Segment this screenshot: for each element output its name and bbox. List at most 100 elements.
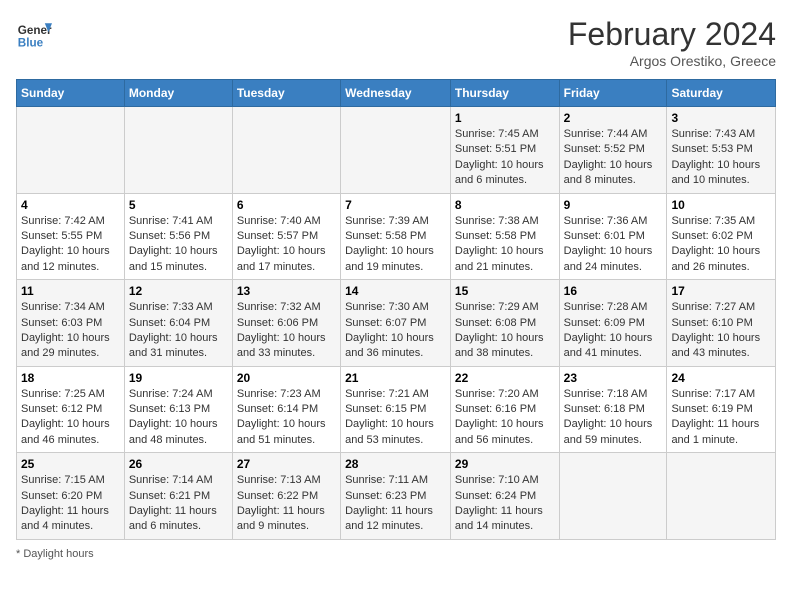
logo-icon: General Blue	[16, 16, 52, 52]
calendar-cell: 22 Sunrise: 7:20 AM Sunset: 6:16 PM Dayli…	[450, 366, 559, 453]
calendar-cell: 2 Sunrise: 7:44 AM Sunset: 5:52 PM Daylig…	[559, 107, 667, 194]
day-header-wednesday: Wednesday	[341, 80, 451, 107]
page-header: General Blue General Blue February 2024 …	[16, 16, 776, 69]
title-block: February 2024 Argos Orestiko, Greece	[568, 16, 776, 69]
calendar-cell: 5 Sunrise: 7:41 AM Sunset: 5:56 PM Daylig…	[124, 193, 232, 280]
day-number: 22	[455, 371, 555, 385]
calendar-cell: 6 Sunrise: 7:40 AM Sunset: 5:57 PM Daylig…	[232, 193, 340, 280]
calendar-cell	[17, 107, 125, 194]
calendar-cell: 1Sunrise: 7:45 AM Sunset: 5:51 PM Daylig…	[450, 107, 559, 194]
calendar-cell: 4Sunrise: 7:42 AM Sunset: 5:55 PM Daylig…	[17, 193, 125, 280]
logo: General Blue General Blue	[16, 16, 52, 52]
calendar-cell: 19 Sunrise: 7:24 AM Sunset: 6:13 PM Dayli…	[124, 366, 232, 453]
day-number: 5	[129, 198, 228, 212]
day-number: 14	[345, 284, 446, 298]
day-info: Sunrise: 7:21 AM Sunset: 6:15 PM Dayligh…	[345, 387, 446, 449]
calendar-cell	[341, 107, 451, 194]
calendar-cell: 13Sunrise: 7:32 AM Sunset: 6:06 PM Dayli…	[232, 280, 340, 367]
calendar-cell: 29 Sunrise: 7:10 AM Sunset: 6:24 PM Dayli…	[450, 453, 559, 540]
day-info: Sunrise: 7:11 AM Sunset: 6:23 PM Dayligh…	[345, 473, 446, 535]
day-info: Sunrise: 7:34 AM Sunset: 6:03 PM Dayligh…	[21, 300, 120, 362]
day-number: 18	[21, 371, 120, 385]
day-info: Sunrise: 7:24 AM Sunset: 6:13 PM Dayligh…	[129, 387, 228, 449]
day-number: 7	[345, 198, 446, 212]
calendar-cell: 23Sunrise: 7:18 AM Sunset: 6:18 PM Dayli…	[559, 366, 667, 453]
calendar-cell	[232, 107, 340, 194]
calendar-cell: 15Sunrise: 7:29 AM Sunset: 6:08 PM Dayli…	[450, 280, 559, 367]
day-header-thursday: Thursday	[450, 80, 559, 107]
calendar-cell: 12 Sunrise: 7:33 AM Sunset: 6:04 PM Dayli…	[124, 280, 232, 367]
day-info: Sunrise: 7:42 AM Sunset: 5:55 PM Dayligh…	[21, 214, 120, 276]
calendar-cell: 3Sunrise: 7:43 AM Sunset: 5:53 PM Daylig…	[667, 107, 776, 194]
day-info: Sunrise: 7:15 AM Sunset: 6:20 PM Dayligh…	[21, 473, 120, 535]
calendar-table: SundayMondayTuesdayWednesdayThursdayFrid…	[16, 79, 776, 540]
day-info: Sunrise: 7:44 AM Sunset: 5:52 PM Dayligh…	[564, 127, 663, 189]
day-number: 10	[671, 198, 771, 212]
calendar-cell: 18 Sunrise: 7:25 AM Sunset: 6:12 PM Dayli…	[17, 366, 125, 453]
calendar-cell: 25 Sunrise: 7:15 AM Sunset: 6:20 PM Dayli…	[17, 453, 125, 540]
day-info: Sunrise: 7:30 AM Sunset: 6:07 PM Dayligh…	[345, 300, 446, 362]
day-info: Sunrise: 7:32 AM Sunset: 6:06 PM Dayligh…	[237, 300, 336, 362]
day-info: Sunrise: 7:36 AM Sunset: 6:01 PM Dayligh…	[564, 214, 663, 276]
day-header-friday: Friday	[559, 80, 667, 107]
calendar-cell: 21 Sunrise: 7:21 AM Sunset: 6:15 PM Dayli…	[341, 366, 451, 453]
calendar-header: SundayMondayTuesdayWednesdayThursdayFrid…	[17, 80, 776, 107]
day-info: Sunrise: 7:41 AM Sunset: 5:56 PM Dayligh…	[129, 214, 228, 276]
day-number: 16	[564, 284, 663, 298]
day-info: Sunrise: 7:20 AM Sunset: 6:16 PM Dayligh…	[455, 387, 555, 449]
week-row-5: 25 Sunrise: 7:15 AM Sunset: 6:20 PM Dayli…	[17, 453, 776, 540]
day-number: 28	[345, 457, 446, 471]
calendar-cell: 27 Sunrise: 7:13 AM Sunset: 6:22 PM Dayli…	[232, 453, 340, 540]
calendar-cell	[124, 107, 232, 194]
day-info: Sunrise: 7:13 AM Sunset: 6:22 PM Dayligh…	[237, 473, 336, 535]
day-header-sunday: Sunday	[17, 80, 125, 107]
calendar-cell: 10 Sunrise: 7:35 AM Sunset: 6:02 PM Dayli…	[667, 193, 776, 280]
calendar-cell: 11 Sunrise: 7:34 AM Sunset: 6:03 PM Dayli…	[17, 280, 125, 367]
day-header-monday: Monday	[124, 80, 232, 107]
day-number: 9	[564, 198, 663, 212]
calendar-cell: 7 Sunrise: 7:39 AM Sunset: 5:58 PM Daylig…	[341, 193, 451, 280]
calendar-cell: 26 Sunrise: 7:14 AM Sunset: 6:21 PM Dayli…	[124, 453, 232, 540]
day-header-saturday: Saturday	[667, 80, 776, 107]
day-number: 2	[564, 111, 663, 125]
calendar-cell: 9 Sunrise: 7:36 AM Sunset: 6:01 PM Daylig…	[559, 193, 667, 280]
day-info: Sunrise: 7:28 AM Sunset: 6:09 PM Dayligh…	[564, 300, 663, 362]
day-number: 26	[129, 457, 228, 471]
day-info: Sunrise: 7:33 AM Sunset: 6:04 PM Dayligh…	[129, 300, 228, 362]
day-info: Sunrise: 7:35 AM Sunset: 6:02 PM Dayligh…	[671, 214, 771, 276]
day-info: Sunrise: 7:17 AM Sunset: 6:19 PM Dayligh…	[671, 387, 771, 449]
day-number: 6	[237, 198, 336, 212]
week-row-2: 4Sunrise: 7:42 AM Sunset: 5:55 PM Daylig…	[17, 193, 776, 280]
day-info: Sunrise: 7:18 AM Sunset: 6:18 PM Dayligh…	[564, 387, 663, 449]
day-info: Sunrise: 7:40 AM Sunset: 5:57 PM Dayligh…	[237, 214, 336, 276]
day-info: Sunrise: 7:39 AM Sunset: 5:58 PM Dayligh…	[345, 214, 446, 276]
calendar-cell	[559, 453, 667, 540]
calendar-cell: 24 Sunrise: 7:17 AM Sunset: 6:19 PM Dayli…	[667, 366, 776, 453]
day-number: 20	[237, 371, 336, 385]
day-number: 19	[129, 371, 228, 385]
day-info: Sunrise: 7:14 AM Sunset: 6:21 PM Dayligh…	[129, 473, 228, 535]
day-number: 21	[345, 371, 446, 385]
main-title: February 2024	[568, 16, 776, 53]
day-info: Sunrise: 7:25 AM Sunset: 6:12 PM Dayligh…	[21, 387, 120, 449]
day-info: Sunrise: 7:10 AM Sunset: 6:24 PM Dayligh…	[455, 473, 555, 535]
week-row-3: 11 Sunrise: 7:34 AM Sunset: 6:03 PM Dayli…	[17, 280, 776, 367]
day-number: 12	[129, 284, 228, 298]
svg-text:Blue: Blue	[18, 37, 44, 50]
day-number: 17	[671, 284, 771, 298]
calendar-cell: 20Sunrise: 7:23 AM Sunset: 6:14 PM Dayli…	[232, 366, 340, 453]
day-number: 25	[21, 457, 120, 471]
day-info: Sunrise: 7:38 AM Sunset: 5:58 PM Dayligh…	[455, 214, 555, 276]
day-number: 3	[671, 111, 771, 125]
calendar-cell: 28 Sunrise: 7:11 AM Sunset: 6:23 PM Dayli…	[341, 453, 451, 540]
day-number: 27	[237, 457, 336, 471]
day-number: 11	[21, 284, 120, 298]
calendar-cell: 16 Sunrise: 7:28 AM Sunset: 6:09 PM Dayli…	[559, 280, 667, 367]
day-info: Sunrise: 7:45 AM Sunset: 5:51 PM Dayligh…	[455, 127, 555, 189]
day-info: Sunrise: 7:27 AM Sunset: 6:10 PM Dayligh…	[671, 300, 771, 362]
day-number: 15	[455, 284, 555, 298]
day-number: 24	[671, 371, 771, 385]
week-row-1: 1Sunrise: 7:45 AM Sunset: 5:51 PM Daylig…	[17, 107, 776, 194]
day-number: 29	[455, 457, 555, 471]
calendar-cell: 8Sunrise: 7:38 AM Sunset: 5:58 PM Daylig…	[450, 193, 559, 280]
